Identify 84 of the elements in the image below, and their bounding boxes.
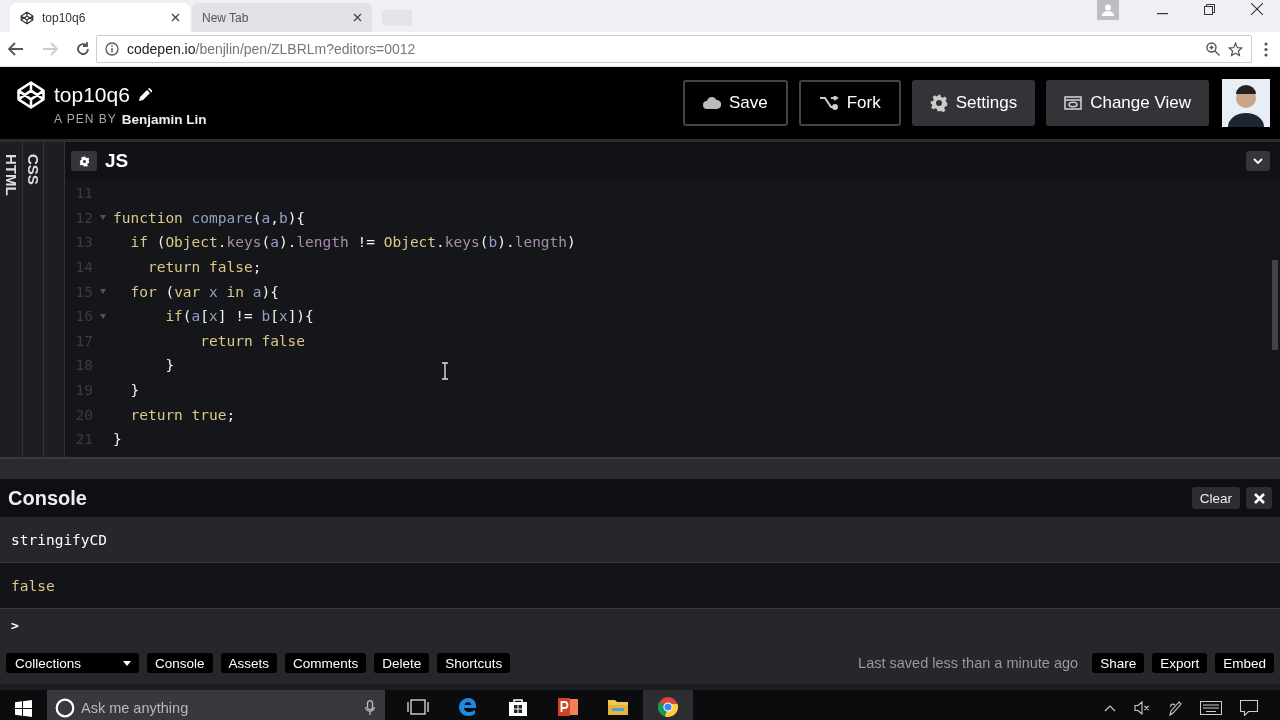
footer-button[interactable]: Embed — [1215, 653, 1274, 673]
settings-button[interactable]: Settings — [911, 80, 1036, 126]
notification-icon[interactable] — [1240, 700, 1258, 716]
footer-button[interactable]: Comments — [285, 653, 367, 673]
dropdown-button[interactable] — [1246, 151, 1270, 171]
fold-arrow-icon[interactable] — [100, 313, 106, 319]
byline-label: A PEN BY — [54, 112, 117, 126]
save-button[interactable]: Save — [683, 80, 788, 126]
browser-tab[interactable]: top10q6 — [10, 3, 190, 32]
collections-dropdown[interactable]: Collections — [6, 653, 139, 673]
fork-icon — [818, 96, 839, 110]
code-line: } — [129, 382, 140, 399]
caret-icon — [123, 660, 131, 666]
taskbar-search-box[interactable]: Ask me anything — [47, 690, 385, 720]
codepen-logo-icon — [20, 10, 34, 25]
fold-arrow-icon[interactable] — [100, 289, 106, 295]
folder-icon[interactable] — [607, 698, 629, 716]
ring-icon[interactable] — [55, 698, 75, 718]
footer-button[interactable]: Shortcuts — [437, 653, 511, 673]
menu-icon[interactable] — [1264, 41, 1268, 57]
console-title: Console — [8, 486, 87, 510]
code-line: function compare(a,b){ — [113, 209, 306, 226]
muted-speaker-icon[interactable] — [1134, 701, 1150, 715]
pen-title: top10q6 — [54, 82, 130, 107]
footer-button[interactable]: Export — [1152, 653, 1208, 673]
chrome-browser-icon[interactable] — [657, 696, 679, 718]
code-line: if(a[x] != b[x]){ — [164, 308, 314, 325]
eye-window-icon — [1064, 96, 1083, 110]
search-field[interactable]: Ask me anything — [81, 700, 359, 716]
microphone-icon[interactable] — [365, 700, 375, 716]
presentation-app-icon[interactable] — [557, 696, 579, 718]
edge-browser-icon[interactable] — [457, 696, 479, 718]
close-icon[interactable] — [1250, 3, 1263, 15]
store-bag-icon[interactable] — [508, 697, 528, 717]
editor-tab[interactable]: HTML — [2, 154, 20, 196]
caret-icon — [1253, 158, 1263, 164]
back-arrow-icon[interactable] — [8, 42, 24, 56]
author-link[interactable]: Benjamin Lin — [121, 111, 207, 127]
code-line: if (Object.keys(a).length != Object.keys(b).length) — [129, 234, 576, 251]
console-command-text: stringifyCD — [11, 531, 108, 548]
code-line: for (var x in a){ — [129, 283, 279, 300]
browser-tab[interactable]: New Tab — [192, 3, 372, 32]
scrollbar[interactable] — [1272, 260, 1278, 350]
text-cursor-icon — [441, 362, 449, 380]
footer-button[interactable]: Console — [147, 653, 213, 673]
zoom-icon[interactable] — [1206, 42, 1220, 56]
footer-button[interactable]: Delete — [374, 653, 430, 673]
gear-icon — [78, 155, 90, 167]
footer-button[interactable]: Share — [1092, 653, 1145, 673]
code-line: return true; — [129, 406, 236, 423]
save-status: Last saved less than a minute ago — [858, 655, 1079, 671]
star-icon[interactable] — [1228, 41, 1243, 57]
cloud-icon — [703, 97, 721, 109]
windows-start-icon[interactable] — [15, 699, 32, 717]
clear-button[interactable]: Clear — [1191, 487, 1240, 509]
code-line: } — [113, 431, 122, 448]
close-icon — [1253, 492, 1265, 504]
minimize-icon[interactable] — [1157, 13, 1168, 15]
keyboard-icon[interactable] — [1200, 701, 1222, 715]
code-line: return false; — [146, 259, 262, 276]
change-view-button[interactable]: Change View — [1046, 80, 1209, 126]
info-icon[interactable] — [105, 42, 119, 56]
console-prompt[interactable]: > — [11, 618, 19, 633]
restore-icon[interactable] — [1204, 4, 1215, 15]
code-line: return false — [199, 332, 306, 349]
close-icon[interactable] — [353, 13, 362, 22]
fork-button[interactable]: Fork — [798, 80, 901, 126]
chevron-up-icon[interactable] — [1104, 704, 1116, 712]
close-icon[interactable] — [171, 13, 180, 22]
editor-tab[interactable]: CSS — [24, 154, 42, 185]
reload-icon[interactable] — [76, 42, 90, 56]
codepen-logo-icon — [16, 79, 46, 110]
fold-arrow-icon[interactable] — [100, 215, 106, 221]
gear-icon — [929, 94, 948, 112]
address-bar[interactable]: codepen.io/benjlin/pen/ZLBRLm?editors=0012 — [96, 35, 1252, 63]
panel-title: JS — [105, 150, 129, 172]
settings-button[interactable] — [71, 151, 97, 171]
pencil-icon[interactable] — [137, 87, 152, 102]
footer-button[interactable]: Assets — [220, 653, 278, 673]
pen-icon[interactable] — [1168, 700, 1182, 716]
console-result-text: false — [11, 577, 55, 594]
task-view-icon[interactable] — [407, 699, 429, 715]
close-button[interactable] — [1246, 487, 1272, 509]
code-line: } — [164, 357, 175, 374]
